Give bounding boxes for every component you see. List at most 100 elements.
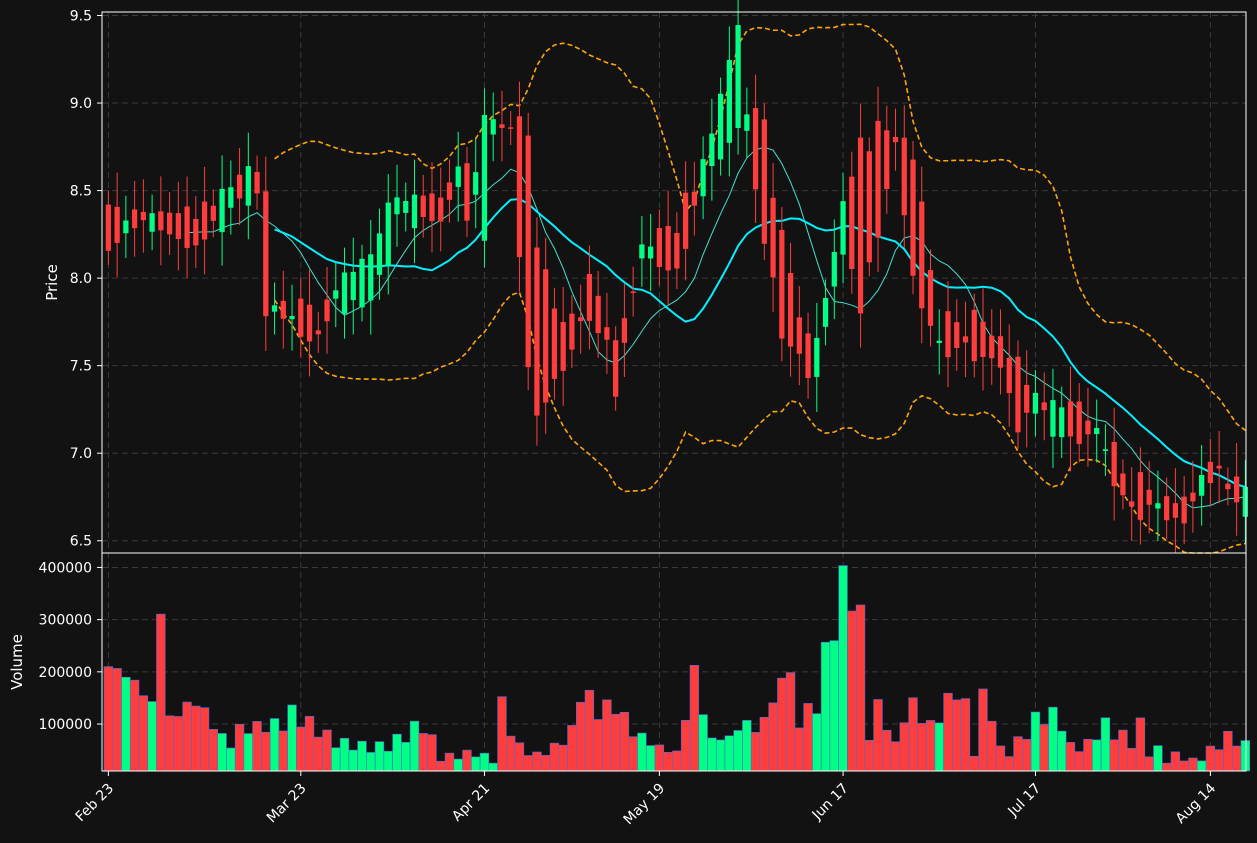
candle-body-43 <box>481 114 488 241</box>
price-tick-label-5: 9.0 <box>70 96 92 112</box>
volume-bar-89 <box>882 729 892 772</box>
volume-bar-94 <box>925 720 936 772</box>
volume-bar-20 <box>278 730 288 772</box>
volume-bar-79 <box>794 727 804 772</box>
volume-bar-127 <box>1214 749 1224 772</box>
candle-body-107 <box>1041 402 1047 411</box>
volume-bar-98 <box>960 698 971 772</box>
candle-body-6 <box>158 211 164 231</box>
volume-bar-72 <box>733 730 743 772</box>
candle-body-71 <box>726 59 732 143</box>
volume-bar-1 <box>112 668 122 772</box>
candle-body-70 <box>717 93 724 160</box>
candle-body-87 <box>866 151 872 263</box>
volume-bar-63 <box>654 744 665 772</box>
candle-body-9 <box>184 206 190 248</box>
candle-body-74 <box>752 108 759 190</box>
candle-body-73 <box>744 114 750 131</box>
volume-bar-11 <box>199 707 210 772</box>
candle-body-114 <box>1102 449 1109 451</box>
candle-body-50 <box>543 269 549 403</box>
candle-body-16 <box>245 166 251 206</box>
volume-bar-117 <box>1127 748 1137 772</box>
candle-body-33 <box>394 197 400 215</box>
volume-bar-105 <box>1022 739 1032 772</box>
volume-bar-24 <box>313 736 323 772</box>
candle-body-78 <box>787 273 794 347</box>
volume-bar-61 <box>637 732 647 772</box>
volume-bar-44 <box>488 762 498 772</box>
volume-bar-84 <box>838 565 848 772</box>
volume-bar-123 <box>1179 760 1189 772</box>
candle-body-102 <box>997 336 1004 368</box>
candle-body-84 <box>840 201 846 255</box>
candle-body-92 <box>910 159 916 276</box>
candle-body-98 <box>962 336 969 343</box>
volume-bar-67 <box>689 664 700 772</box>
volume-bar-54 <box>575 701 586 772</box>
volume-bar-23 <box>304 716 315 772</box>
price-tick-label-0: 6.5 <box>70 534 92 550</box>
volume-bar-31 <box>374 741 385 772</box>
volume-bar-86 <box>855 604 866 772</box>
candle-body-11 <box>201 201 208 240</box>
volume-bar-47 <box>514 742 525 772</box>
price-tick-label-4: 8.5 <box>70 184 92 200</box>
candle-body-95 <box>936 340 942 344</box>
candle-body-88 <box>875 120 881 238</box>
candle-body-120 <box>1155 503 1161 509</box>
candle-body-77 <box>779 229 785 339</box>
volume-bar-95 <box>934 722 944 772</box>
candle-body-21 <box>289 316 295 320</box>
candle-body-124 <box>1190 492 1196 502</box>
volume-bar-76 <box>768 702 778 772</box>
candle-body-20 <box>280 300 286 319</box>
candle-body-75 <box>761 119 767 244</box>
volume-bar-91 <box>899 722 909 772</box>
candle-body-111 <box>1076 401 1082 444</box>
candle-body-39 <box>446 182 453 200</box>
volume-bar-42 <box>471 756 481 772</box>
volume-bar-58 <box>610 713 621 772</box>
candle-body-126 <box>1207 461 1214 484</box>
volume-bar-25 <box>322 729 332 772</box>
candle-body-85 <box>849 176 855 269</box>
price-tick-label-2: 7.5 <box>70 359 92 375</box>
candle-body-40 <box>455 166 461 187</box>
volume-bar-2 <box>121 676 131 772</box>
candle-body-52 <box>560 322 566 371</box>
candle-body-130 <box>1242 486 1248 517</box>
volume-bar-55 <box>584 689 595 772</box>
candle-body-3 <box>131 209 138 229</box>
candle-body-119 <box>1146 489 1152 505</box>
candle-87 <box>866 137 872 277</box>
volume-tick-label-0: 100000 <box>39 717 92 733</box>
candle-body-42 <box>473 172 479 195</box>
volume-bar-80 <box>803 703 813 772</box>
candle-body-105 <box>1024 384 1030 413</box>
volume-bar-78 <box>785 672 796 772</box>
volume-bar-101 <box>987 720 997 772</box>
candle-body-25 <box>324 299 330 322</box>
candle-body-129 <box>1234 476 1240 503</box>
volume-bar-128 <box>1223 731 1233 772</box>
volume-bar-107 <box>1039 724 1049 772</box>
candle-body-45 <box>499 124 505 128</box>
candle-body-128 <box>1225 483 1231 490</box>
volume-bar-99 <box>969 755 979 772</box>
candle-body-31 <box>376 233 383 275</box>
volume-bar-56 <box>593 719 603 772</box>
volume-bar-71 <box>724 735 735 772</box>
volume-bar-124 <box>1188 757 1198 772</box>
candle-body-27 <box>341 272 348 314</box>
volume-bar-38 <box>436 760 446 772</box>
volume-bar-130 <box>1240 740 1251 772</box>
candle-body-94 <box>927 270 934 326</box>
y-axis-label-volume: Volume <box>8 634 26 690</box>
volume-bar-109 <box>1057 730 1067 772</box>
candle-body-54 <box>578 317 584 322</box>
candle-body-53 <box>569 313 575 350</box>
candle-body-37 <box>429 193 435 222</box>
volume-bar-52 <box>558 744 568 772</box>
volume-tick-label-1: 200000 <box>39 665 92 681</box>
